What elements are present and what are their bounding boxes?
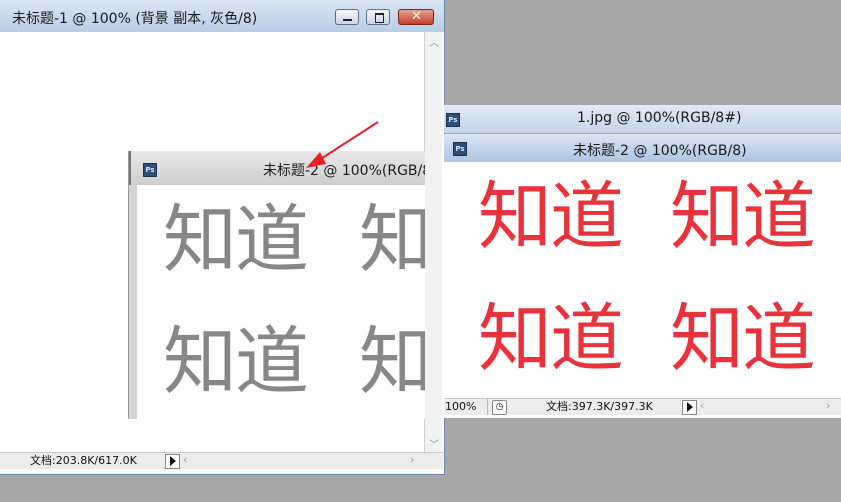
doc1-titlebar[interactable]: 未标题-1 @ 100% (背景 副本, 灰色/8) ✕ — [0, 0, 444, 32]
doc1-statusbar: 文档:203.8K/617.0K ‹ › — [0, 452, 443, 469]
doc2-text-row1-a: 知道 — [163, 197, 309, 283]
document-window-2[interactable]: Ps 未标题-2 @ 100%(RGB/8) 知道 知 知道 知 — [128, 151, 425, 419]
doc3-title: 未标题-2 @ 100%(RGB/8) — [573, 143, 747, 159]
annotation-arrow-icon — [306, 121, 379, 168]
doc3-zoom-level[interactable]: 100% — [445, 399, 488, 415]
scroll-down-icon: ﹀ — [429, 440, 439, 451]
photoshop-workspace: { "windows": { "doc1": { "title": "未标题-1… — [0, 0, 841, 502]
close-icon: ✕ — [411, 9, 422, 24]
hscroll-left-icon[interactable]: ‹ — [700, 399, 704, 412]
restore-icon — [375, 13, 384, 23]
doc3-titlebar[interactable]: Ps 未标题-2 @ 100%(RGB/8) — [444, 134, 841, 162]
doc1-file-size: 文档:203.8K/617.0K — [30, 454, 137, 467]
doc3-canvas[interactable]: 知道 知道 知道 知道 — [444, 162, 841, 398]
doc3-file-size: 文档:397.3K/397.3K — [546, 400, 653, 413]
ps-icon: Ps — [446, 113, 460, 127]
doc3-text-row2-b: 知道 — [670, 296, 816, 382]
doc2-text-row2-a: 知道 — [163, 319, 309, 405]
ps-icon: Ps — [453, 142, 467, 156]
doc3-back-titlebar[interactable]: Ps 1.jpg @ 100%(RGB/8#) — [444, 105, 841, 133]
doc3-statusbar: 100% ◷ 文档:397.3K/397.3K ‹ › — [444, 398, 841, 415]
hscroll-right-icon[interactable]: › — [826, 399, 830, 412]
status-menu-button[interactable] — [682, 400, 697, 415]
doc1-vertical-scrollbar[interactable]: ︿ ﹀ — [424, 32, 442, 452]
status-menu-button[interactable] — [165, 454, 180, 469]
ps-icon: Ps — [143, 163, 157, 177]
minimize-button[interactable] — [335, 9, 359, 25]
minimize-icon — [343, 19, 352, 21]
scroll-up-icon: ︿ — [429, 38, 439, 49]
timer-icon[interactable]: ◷ — [492, 400, 507, 415]
arrow-right-icon — [170, 456, 176, 466]
doc1-title: 未标题-1 @ 100% (背景 副本, 灰色/8) — [12, 11, 258, 27]
doc2-text-row1-b: 知 — [359, 197, 425, 283]
restore-button[interactable] — [366, 9, 390, 25]
doc2-canvas[interactable]: 知道 知 知道 知 — [137, 185, 425, 419]
close-button[interactable]: ✕ — [398, 9, 434, 25]
hscroll-left-icon[interactable]: ‹ — [183, 453, 187, 466]
doc3-text-row1-b: 知道 — [670, 174, 816, 260]
document-window-1jpg[interactable]: Ps 1.jpg @ 100%(RGB/8#) — [444, 105, 841, 133]
arrow-right-icon — [687, 402, 693, 412]
doc3-back-title: 1.jpg @ 100%(RGB/8#) — [577, 110, 742, 126]
doc3-text-row2-a: 知道 — [478, 296, 624, 382]
doc2-text-row2-b: 知 — [359, 319, 425, 405]
document-window-3[interactable]: Ps 未标题-2 @ 100%(RGB/8) 知道 知道 知道 知道 100% … — [444, 134, 841, 418]
hscroll-right-icon[interactable]: › — [410, 453, 414, 466]
doc3-text-row1-a: 知道 — [478, 174, 624, 260]
